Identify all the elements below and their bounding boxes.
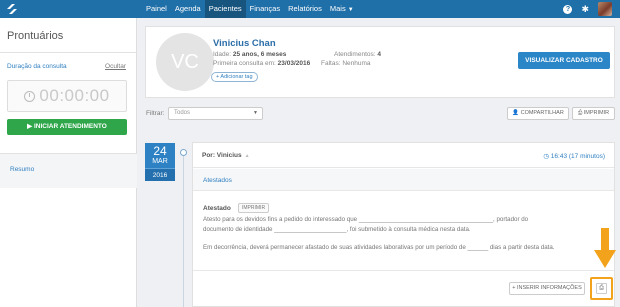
section-header: Atestados <box>193 169 614 191</box>
top-icons: ? ✱ <box>563 0 612 18</box>
timeline-dot <box>180 149 187 156</box>
patient-visits: Atendimentos: 4 <box>334 51 381 58</box>
divider <box>0 52 137 53</box>
document-text-line: Em decorrência, deverá permanecer afasta… <box>203 244 555 251</box>
view-record-button[interactable]: VISUALIZAR CADASTRO <box>518 52 610 69</box>
entry-time: ◷ 16:43 (17 minutos) <box>543 152 605 160</box>
visits-value: 4 <box>377 51 381 58</box>
nav-financas[interactable]: Finanças <box>246 0 284 18</box>
entry-month: MAR <box>152 158 168 165</box>
section-title: Atestados <box>203 177 232 184</box>
app-logo[interactable] <box>5 2 19 16</box>
absences-value: Nenhuma <box>342 60 371 67</box>
print-icon: ⎙ <box>577 110 583 116</box>
timeline-line <box>183 152 184 307</box>
chevron-down-icon: ▼ <box>347 7 354 13</box>
main-nav: Painel Agenda Pacientes Finanças Relatór… <box>142 0 358 18</box>
filter-label: Filtrar: <box>146 110 165 117</box>
hide-link[interactable]: Ocultar <box>105 63 126 70</box>
patient-name[interactable]: Vinicius Chan <box>213 38 276 49</box>
document-text-line: Atesto para os devidos fins a pedido do … <box>203 216 529 223</box>
start-consult-button[interactable]: ▶ INICIAR ATENDIMENTO <box>7 119 127 135</box>
entry-day: 24 <box>153 144 167 158</box>
print-label: IMPRIMIR <box>583 110 610 116</box>
entry-date: 24 MAR 2016 <box>145 143 175 181</box>
insert-info-button[interactable]: + INSERIR INFORMAÇÕES <box>509 282 585 295</box>
entry-header: Por: Vinicius ▲ ◷ 16:43 (17 minutos) <box>193 143 614 168</box>
nav-mais-label: Mais <box>329 4 346 13</box>
age-value: 25 anos, 6 meses <box>232 51 287 58</box>
question-circle-icon[interactable]: ? <box>563 4 573 14</box>
nav-relatorios[interactable]: Relatórios <box>284 0 326 18</box>
top-navbar: Painel Agenda Pacientes Finanças Relatór… <box>0 0 620 18</box>
entry-author-text: Por: Vinicius <box>202 152 242 159</box>
nav-mais[interactable]: Mais ▼ <box>326 0 358 18</box>
patient-first-visit: Primeira consulta em: 23/03/2016 <box>213 60 310 67</box>
clock-icon: ◷ <box>543 153 549 160</box>
patient-avatar: VC <box>156 33 214 91</box>
nav-agenda[interactable]: Agenda <box>171 0 205 18</box>
share-label: COMPARTILHAR <box>520 110 564 116</box>
print-icon: ⎙ <box>596 283 607 294</box>
entry-author: Por: Vinicius ▲ <box>202 152 250 159</box>
nav-pacientes[interactable]: Pacientes <box>204 0 246 18</box>
user-plus-icon: 👤 <box>512 110 520 116</box>
filter-select[interactable]: Todos ▼ <box>168 107 263 120</box>
records-sidebar: Prontuários Duração da consulta Ocultar … <box>0 18 137 307</box>
stopwatch-icon <box>24 90 36 102</box>
entry-time-text: 16:43 (17 minutos) <box>550 153 605 160</box>
divider <box>193 270 614 271</box>
filter-value: Todos <box>174 110 191 116</box>
absences-label: Faltas: <box>321 60 341 67</box>
age-label: Idade: <box>213 51 232 58</box>
duration-label: Duração da consulta <box>7 63 67 70</box>
document-text-line: documento de identidade ________________… <box>203 226 471 233</box>
timer-value: 00:00:00 <box>39 86 110 105</box>
entry-year: 2016 <box>145 168 175 181</box>
patient-age: Idade: 25 anos, 6 meses <box>213 51 286 58</box>
consult-timer: 00:00:00 <box>7 80 127 112</box>
print-button[interactable]: ⎙ IMPRIMIR <box>572 107 615 120</box>
first-visit-value: 23/03/2016 <box>277 60 311 67</box>
share-button[interactable]: 👤 COMPARTILHAR <box>507 107 569 120</box>
patient-absences: Faltas: Nenhuma <box>321 60 371 67</box>
document-print-button[interactable]: IMPRIMIR <box>238 203 270 213</box>
sidebar-item-summary[interactable]: Resumo <box>0 154 137 188</box>
nav-painel[interactable]: Painel <box>142 0 171 18</box>
patient-card: VC Vinicius Chan Idade: 25 anos, 6 meses… <box>145 26 615 98</box>
sidebar-title: Prontuários <box>7 30 64 42</box>
entry-print-button[interactable]: ⎙ <box>590 277 613 300</box>
chevron-down-icon: ▼ <box>253 110 258 116</box>
sidebar-item-label: Resumo <box>10 166 35 173</box>
lock-icon: ▲ <box>244 153 250 159</box>
first-visit-label: Primeira consulta em: <box>213 60 276 67</box>
record-entry: Por: Vinicius ▲ ◷ 16:43 (17 minutos) Ates… <box>192 142 615 307</box>
visits-label: Atendimentos: <box>334 51 376 58</box>
document-title: Atestado <box>203 205 231 212</box>
highlight-arrow-icon <box>594 228 616 268</box>
user-avatar[interactable] <box>598 2 612 16</box>
gear-icon[interactable]: ✱ <box>581 4 589 14</box>
add-tag-button[interactable]: + Adicionar tag <box>211 72 258 82</box>
